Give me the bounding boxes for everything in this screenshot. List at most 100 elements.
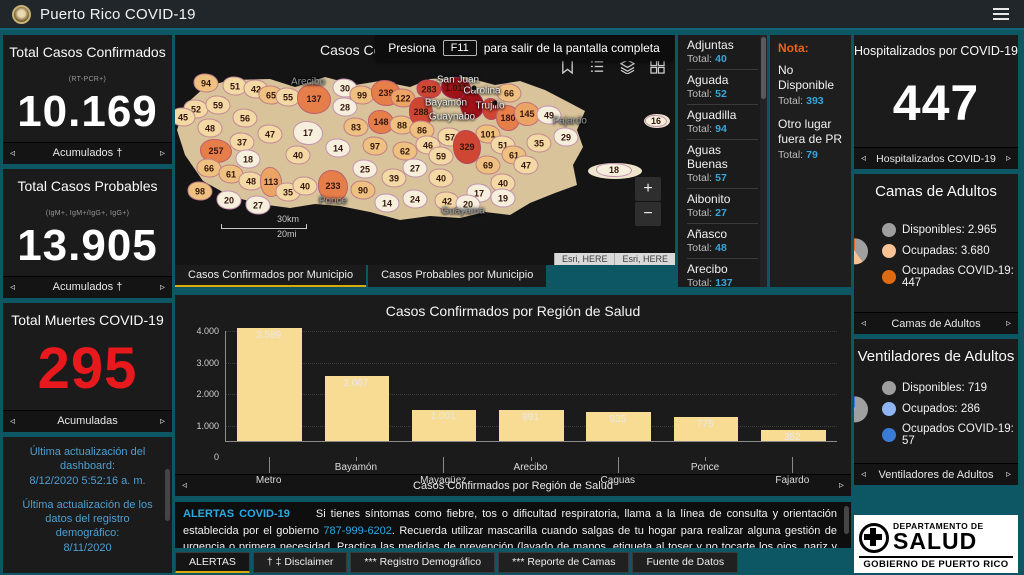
registro-update-label: Última actualización de los datos del re… [22, 498, 153, 540]
municipio-list-item[interactable]: Aibonito Total: 27 [687, 189, 758, 224]
probables-subtitle: (IgM+, IgM+/IgG+, IgG+) [45, 209, 130, 217]
map-municipality-cell[interactable]: 45 [175, 107, 196, 127]
departamento-salud-logo: DEPARTAMENTO DE SALUD GOBIERNO DE PUERTO… [854, 515, 1018, 573]
legend-label: Ocupados: 286 [902, 403, 981, 415]
ventiladores-panel: Ventiladores de Adultos Disponibles: 719… [854, 339, 1018, 485]
next-arrow-icon[interactable] [1006, 469, 1011, 480]
footer-tab[interactable]: Fuente de Datos [632, 552, 739, 573]
map-municipality-cell[interactable]: 94 [193, 73, 219, 93]
map-municipality-cell[interactable]: 97 [362, 136, 388, 156]
dashboard-update-time: 8/12/2020 5:52:16 a. m. [29, 474, 146, 487]
alert-phone-link[interactable]: 787-999-6202 [323, 525, 392, 537]
category-label: Caguas [600, 475, 636, 486]
nota-panel: Nota: No Disponible Total: 393 Otro lugar f… [770, 35, 851, 287]
scrollbar-thumb[interactable] [761, 37, 766, 99]
municipio-list-item[interactable]: Aguadilla Total: 94 [687, 105, 758, 140]
legend-label: Disponibles: 719 [902, 382, 988, 394]
layers-icon[interactable] [620, 59, 635, 74]
map-municipality-cell[interactable]: 17 [293, 121, 323, 145]
confirmados-subtitle: (RT-PCR+) [68, 76, 107, 83]
map-municipality-cell[interactable]: 29 [553, 127, 579, 147]
map-municipality-cell[interactable]: 28 [332, 97, 358, 117]
footer-tab[interactable]: *** Reporte de Camas [498, 552, 630, 573]
map-municipality-cell[interactable]: 59 [428, 146, 454, 166]
muertes-card: Total Muertes COVID-19 295 Acumuladas [3, 302, 172, 432]
footer-tab[interactable]: † ‡ Disclaimer [252, 552, 348, 573]
map-municipality-cell[interactable]: 27 [402, 158, 428, 178]
map-municipality-cell[interactable]: 27 [245, 195, 271, 215]
map-municipality-cell[interactable]: 16 [645, 115, 667, 127]
map-municipality-cell[interactable]: 18 [596, 163, 632, 177]
scrollbar-thumb[interactable] [165, 468, 170, 521]
municipio-list-item[interactable]: Adjuntas Total: 40 [687, 35, 758, 70]
map-tab[interactable]: Casos Confirmados por Municipio [175, 265, 367, 287]
gridline [226, 362, 837, 364]
next-arrow-icon[interactable] [1006, 153, 1011, 164]
category-label: Mayagüez [420, 475, 467, 486]
map-municipality-cell[interactable]: 59 [205, 95, 231, 115]
y-axis-tick: 2.000 [196, 389, 219, 399]
municipio-list-item[interactable]: Aguas Buenas Total: 57 [687, 140, 758, 189]
next-arrow-icon[interactable] [1006, 318, 1011, 329]
map-marker-dot [471, 85, 477, 91]
zoom-out-button[interactable]: − [635, 202, 661, 226]
nota-total-value: 393 [806, 95, 824, 107]
registro-update-date: 8/11/2020 [63, 541, 112, 554]
x-axis-tick [705, 457, 707, 461]
map-municipality-cell[interactable]: 35 [526, 133, 552, 153]
municipio-list-item[interactable]: Aguada Total: 52 [687, 70, 758, 105]
map-municipality-cell[interactable]: 24 [402, 189, 428, 209]
map-municipality-cell[interactable]: 40 [285, 145, 311, 165]
next-arrow-icon[interactable] [160, 148, 165, 159]
scrollbar-track[interactable] [760, 35, 767, 287]
map-municipality-cell[interactable]: 69 [475, 155, 501, 175]
probables-title: Total Casos Probables [17, 177, 158, 194]
bar-value-label: 352 [784, 431, 801, 443]
map-scalebar: 30km 20mi [221, 214, 307, 239]
map-municipality-cell[interactable]: 40 [428, 168, 454, 188]
left-column: Total Casos Confirmados (RT-PCR+) 10.169… [3, 35, 172, 573]
next-arrow-icon[interactable] [160, 282, 165, 293]
map-municipality-cell[interactable]: 25 [352, 159, 378, 179]
update-info-panel: Última actualización del dashboard: 8/12… [3, 436, 172, 573]
bookmark-icon[interactable] [560, 59, 575, 74]
category-label: Bayamón [334, 462, 378, 473]
chart-bar[interactable] [237, 328, 302, 442]
chart-title: Casos Confirmados por Región de Salud [385, 303, 641, 319]
map-municipality-cell[interactable]: 47 [257, 124, 283, 144]
municipio-total: Total: 137 [687, 277, 733, 287]
map-municipality-cell[interactable]: 137 [297, 84, 331, 114]
map-municipality-cell[interactable]: 83 [343, 117, 369, 137]
legend-icon[interactable] [590, 59, 605, 74]
map-municipality-cell[interactable]: 47 [513, 155, 539, 175]
map-municipality-cell[interactable]: 14 [325, 138, 351, 158]
footer-tab[interactable]: ALERTAS [175, 552, 250, 573]
scrollbar-thumb[interactable] [844, 506, 849, 535]
map-municipality-cell[interactable]: 40 [292, 176, 318, 196]
map-municipality-cell[interactable]: 39 [381, 168, 407, 188]
map-place-label: Bayamón [424, 97, 468, 109]
next-arrow-icon[interactable] [839, 480, 844, 491]
municipio-list-item[interactable]: Arecibo Total: 137 [687, 259, 758, 287]
map-place-label: Carolina [463, 85, 501, 97]
menu-button[interactable] [990, 5, 1012, 23]
municipio-name: Adjuntas [687, 38, 734, 52]
municipio-list-item[interactable]: Añasco Total: 48 [687, 224, 758, 259]
map-panel[interactable]: Casos Confirmados por Municipio Presiona… [175, 35, 675, 265]
map-tab[interactable]: Casos Probables por Municipio [368, 265, 547, 287]
basemap-icon[interactable] [650, 59, 665, 74]
map-municipality-cell[interactable]: 98 [187, 181, 213, 201]
map-municipality-cell[interactable]: 56 [232, 108, 258, 128]
map-municipality-cell[interactable]: 18 [235, 149, 261, 169]
footer-tab[interactable]: *** Registro Demográfico [350, 552, 496, 573]
map-municipality-cell[interactable]: 48 [197, 118, 223, 138]
municipio-total: Total: 27 [687, 207, 727, 219]
next-arrow-icon[interactable] [160, 416, 165, 427]
map-municipality-cell[interactable]: 90 [350, 180, 376, 200]
zoom-in-button[interactable]: + [635, 177, 661, 201]
map-municipality-cell[interactable]: 14 [374, 193, 400, 213]
map-municipality-cell[interactable]: 37 [229, 132, 255, 152]
map-municipality-cell[interactable]: 19 [490, 188, 516, 208]
map-place-label: Guayama [441, 205, 485, 217]
map-municipality-cell[interactable]: 20 [216, 190, 242, 210]
